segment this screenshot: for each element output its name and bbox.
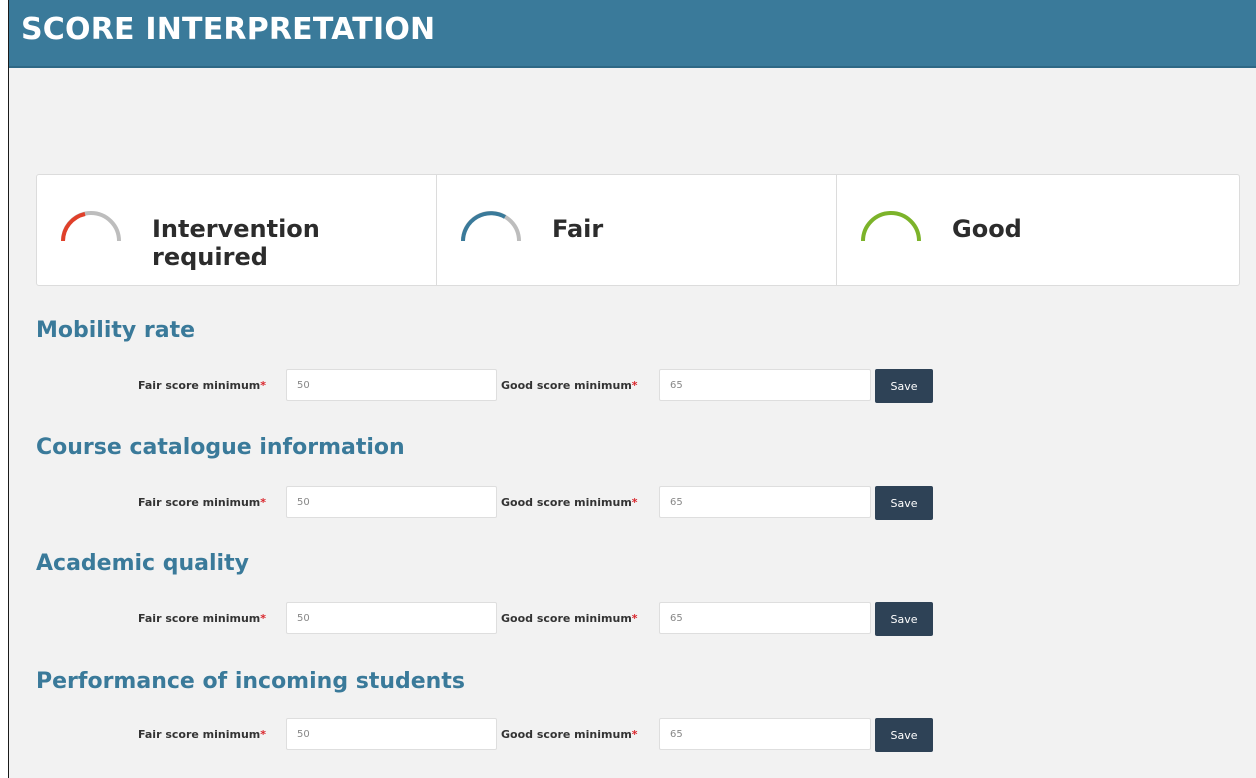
good-score-input[interactable]	[659, 369, 871, 401]
page-frame: SCORE INTERPRETATION Intervention requir…	[8, 0, 1256, 778]
fair-score-input[interactable]	[286, 602, 497, 634]
good-score-input[interactable]	[659, 602, 871, 634]
fair-score-input[interactable]	[286, 718, 497, 750]
fair-score-label: Fair score minimum*	[138, 379, 267, 392]
section-title-course-catalogue-information: Course catalogue information	[36, 435, 405, 460]
page-header: SCORE INTERPRETATION	[9, 0, 1256, 68]
good-score-label: Good score minimum*	[501, 728, 638, 741]
fair-score-input[interactable]	[286, 369, 497, 401]
legend-label: Intervention required	[152, 215, 320, 271]
good-score-label: Good score minimum*	[501, 379, 638, 392]
section-row-performance-of-incoming-students: Fair score minimum* Good score minimum* …	[9, 718, 1256, 752]
legend-intervention-required: Intervention required	[37, 175, 437, 285]
section-row-mobility-rate: Fair score minimum* Good score minimum* …	[9, 369, 1256, 403]
legend-good: Good	[837, 175, 1239, 285]
save-button[interactable]: Save	[875, 602, 933, 636]
section-row-academic-quality: Fair score minimum* Good score minimum* …	[9, 602, 1256, 636]
save-button[interactable]: Save	[875, 718, 933, 752]
gauge-low-icon	[61, 211, 121, 242]
score-legend: Intervention required Fair Good	[36, 174, 1240, 286]
section-title-performance-of-incoming-students: Performance of incoming students	[36, 669, 465, 694]
section-title-mobility-rate: Mobility rate	[36, 318, 196, 343]
page-title: SCORE INTERPRETATION	[21, 12, 436, 47]
fair-score-input[interactable]	[286, 486, 497, 518]
good-score-input[interactable]	[659, 718, 871, 750]
fair-score-label: Fair score minimum*	[138, 728, 267, 741]
save-button[interactable]: Save	[875, 369, 933, 403]
good-score-label: Good score minimum*	[501, 612, 638, 625]
legend-label: Good	[952, 215, 1022, 243]
good-score-label: Good score minimum*	[501, 496, 638, 509]
good-score-input[interactable]	[659, 486, 871, 518]
section-title-academic-quality: Academic quality	[36, 551, 249, 576]
fair-score-label: Fair score minimum*	[138, 612, 267, 625]
save-button[interactable]: Save	[875, 486, 933, 520]
legend-fair: Fair	[437, 175, 837, 285]
legend-label: Fair	[552, 215, 604, 243]
gauge-good-icon	[861, 211, 921, 242]
fair-score-label: Fair score minimum*	[138, 496, 267, 509]
section-row-course-catalogue-information: Fair score minimum* Good score minimum* …	[9, 486, 1256, 520]
gauge-fair-icon	[461, 211, 521, 242]
